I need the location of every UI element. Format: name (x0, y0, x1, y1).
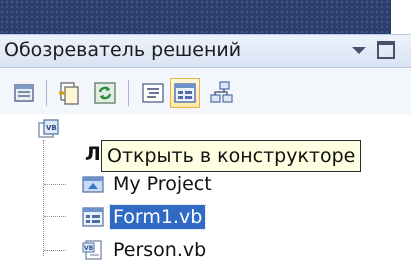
tree-guide-line (44, 250, 66, 251)
vb-project-icon: VB (38, 119, 59, 138)
tree-item-person[interactable]: VB Person.vb (82, 236, 209, 264)
view-code-icon (142, 83, 164, 103)
window-position-icon[interactable] (377, 41, 395, 59)
properties-icon (14, 84, 34, 102)
tree-item-my-project[interactable]: My Project (82, 170, 215, 198)
svg-text:VB: VB (46, 124, 57, 132)
refresh-button[interactable] (92, 80, 118, 106)
solution-explorer-window: Обозреватель решений VB My Project Form1… (0, 0, 411, 264)
toolbar-separator (128, 80, 129, 106)
solution-explorer-toolbar (0, 68, 411, 114)
view-code-button[interactable] (140, 80, 166, 106)
panel-title: Обозреватель решений (4, 39, 242, 61)
refresh-icon (94, 82, 116, 104)
view-designer-button[interactable] (170, 78, 200, 108)
class-diagram-button[interactable] (208, 80, 234, 106)
tree-item-label: My Project (113, 173, 212, 195)
tree-item-label: Form1.vb (108, 204, 207, 230)
tree-root-label: Л (85, 143, 101, 165)
tree-guide-line (43, 140, 44, 256)
chevron-down-icon[interactable] (352, 47, 366, 54)
my-project-icon (82, 176, 104, 193)
tree-guide-line (44, 216, 66, 217)
panel-header: Обозреватель решений (0, 34, 411, 68)
ide-background-gap (391, 0, 411, 34)
tree-guide-line (44, 184, 66, 185)
svg-text:VB: VB (84, 245, 94, 252)
view-designer-icon (174, 83, 196, 103)
toolbar-separator (46, 80, 47, 106)
properties-button[interactable] (12, 80, 38, 106)
show-all-files-icon (59, 82, 79, 105)
tree-item-label: Person.vb (113, 239, 207, 261)
form-icon (82, 207, 104, 227)
tree-item-form1[interactable]: Form1.vb (82, 203, 207, 231)
show-all-files-button[interactable] (56, 80, 82, 106)
solution-tree: VB My Project Form1.vb VB Person.vb (0, 114, 411, 264)
tooltip: Открыть в конструкторе (101, 140, 362, 172)
tree-root-project[interactable]: VB (38, 116, 66, 144)
ide-background-strip (0, 0, 391, 34)
vb-class-icon: VB (82, 240, 102, 260)
class-diagram-icon (210, 81, 233, 103)
